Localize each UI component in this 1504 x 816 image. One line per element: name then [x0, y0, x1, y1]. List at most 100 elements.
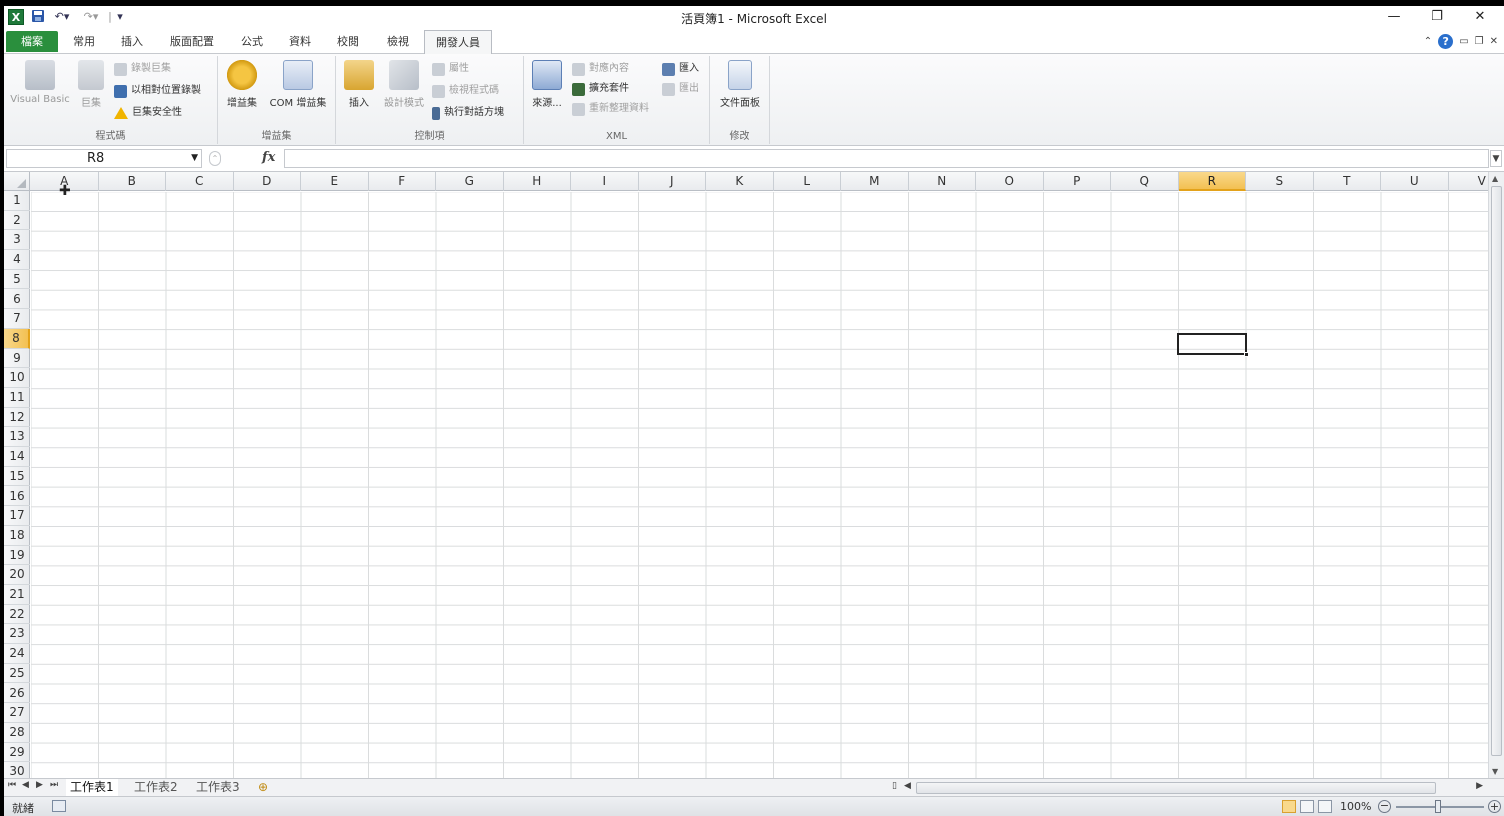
row-header-22[interactable]: 22	[4, 605, 30, 625]
column-header-j[interactable]: J	[639, 172, 706, 191]
com-addins-button[interactable]: COM 增益集	[264, 60, 332, 109]
row-header-2[interactable]: 2	[4, 211, 30, 231]
column-header-u[interactable]: U	[1381, 172, 1449, 191]
workbook-minimize-icon[interactable]: ▭	[1459, 34, 1468, 49]
chevron-down-icon[interactable]: ▼	[191, 150, 198, 167]
column-header-m[interactable]: M	[841, 172, 909, 191]
save-icon[interactable]	[30, 9, 46, 25]
tab-formulas[interactable]: 公式	[230, 30, 274, 54]
column-header-h[interactable]: H	[504, 172, 571, 191]
name-box[interactable]: R8 ▼	[6, 149, 202, 168]
row-header-15[interactable]: 15	[4, 467, 30, 487]
next-sheet-icon[interactable]: ▶	[36, 780, 43, 790]
column-header-f[interactable]: F	[369, 172, 436, 191]
column-header-l[interactable]: L	[774, 172, 841, 191]
row-header-30[interactable]: 30	[4, 762, 30, 778]
export-button[interactable]: 匯出	[662, 80, 699, 98]
expand-formula-bar-icon[interactable]: ▼	[1490, 150, 1502, 167]
macros-button[interactable]: 巨集	[76, 60, 106, 109]
row-header-27[interactable]: 27	[4, 703, 30, 723]
restore-button[interactable]: ❐	[1417, 8, 1457, 26]
row-header-1[interactable]: 1	[4, 191, 30, 211]
document-panel-button[interactable]: 文件面板	[714, 60, 766, 109]
row-header-10[interactable]: 10	[4, 368, 30, 388]
horizontal-scroll-thumb[interactable]	[916, 782, 1436, 794]
xml-source-button[interactable]: 來源...	[530, 60, 564, 109]
scroll-left-icon[interactable]: ◀	[904, 781, 911, 791]
row-header-24[interactable]: 24	[4, 644, 30, 664]
tab-page-layout[interactable]: 版面配置	[160, 30, 224, 54]
macro-record-icon[interactable]	[52, 800, 66, 812]
insert-control-button[interactable]: 插入	[342, 60, 376, 109]
row-header-9[interactable]: 9	[4, 349, 30, 369]
scroll-right-icon[interactable]: ▶	[1476, 781, 1483, 791]
expansion-packs-button[interactable]: 擴充套件	[572, 80, 629, 98]
properties-button[interactable]: 屬性	[432, 60, 469, 78]
minimize-button[interactable]: —	[1374, 8, 1414, 26]
refresh-data-button[interactable]: 重新整理資料	[572, 100, 649, 118]
column-header-e[interactable]: E	[301, 172, 369, 191]
page-layout-view-icon[interactable]	[1300, 800, 1314, 813]
excel-app-icon[interactable]: X	[8, 9, 24, 25]
tab-file[interactable]: 檔案	[6, 31, 58, 52]
last-sheet-icon[interactable]: ⏭	[50, 780, 58, 790]
first-sheet-icon[interactable]: ⏮	[8, 780, 16, 790]
undo-icon[interactable]: ↶▾	[51, 9, 73, 25]
row-header-8[interactable]: 8	[4, 328, 30, 349]
vertical-scrollbar[interactable]: ▲ ▼	[1488, 172, 1504, 778]
prev-sheet-icon[interactable]: ◀	[22, 780, 29, 790]
column-header-v[interactable]: V	[1449, 172, 1489, 191]
relative-reference-button[interactable]: 以相對位置錄製	[114, 82, 201, 100]
tab-review[interactable]: 校閱	[326, 30, 370, 54]
row-header-12[interactable]: 12	[4, 408, 30, 428]
column-header-i[interactable]: I	[571, 172, 639, 191]
map-properties-button[interactable]: 對應內容	[572, 60, 629, 78]
column-header-n[interactable]: N	[909, 172, 976, 191]
column-header-k[interactable]: K	[706, 172, 774, 191]
row-header-25[interactable]: 25	[4, 664, 30, 684]
visual-basic-button[interactable]: Visual Basic	[8, 60, 72, 105]
tab-home[interactable]: 常用	[62, 30, 106, 54]
column-header-t[interactable]: T	[1314, 172, 1381, 191]
column-header-g[interactable]: G	[436, 172, 504, 191]
row-header-21[interactable]: 21	[4, 585, 30, 605]
tab-developer[interactable]: 開發人員	[424, 30, 492, 55]
row-header-6[interactable]: 6	[4, 290, 30, 310]
row-header-28[interactable]: 28	[4, 723, 30, 743]
macro-security-button[interactable]: 巨集安全性	[114, 104, 182, 122]
insert-sheet-icon[interactable]: ⊕	[254, 779, 272, 796]
help-icon[interactable]: ?	[1438, 34, 1454, 49]
row-header-29[interactable]: 29	[4, 743, 30, 763]
fill-handle[interactable]	[1244, 352, 1249, 357]
zoom-level[interactable]: 100%	[1340, 800, 1371, 813]
column-header-o[interactable]: O	[976, 172, 1044, 191]
select-all-button[interactable]	[4, 172, 30, 191]
row-header-16[interactable]: 16	[4, 487, 30, 507]
tab-insert[interactable]: 插入	[110, 30, 154, 54]
formula-input[interactable]	[284, 149, 1489, 168]
workbook-close-icon[interactable]: ✕	[1490, 34, 1498, 49]
row-header-23[interactable]: 23	[4, 624, 30, 645]
row-header-4[interactable]: 4	[4, 250, 30, 270]
zoom-slider-thumb[interactable]	[1435, 800, 1441, 813]
column-header-c[interactable]: C	[166, 172, 234, 191]
tab-view[interactable]: 檢視	[376, 30, 420, 54]
cell-area[interactable]	[31, 192, 1488, 778]
scroll-down-icon[interactable]: ▼	[1492, 767, 1498, 776]
row-header-14[interactable]: 14	[4, 447, 30, 467]
column-header-q[interactable]: Q	[1111, 172, 1179, 191]
row-header-17[interactable]: 17	[4, 506, 30, 526]
record-macro-button[interactable]: 錄製巨集	[114, 60, 171, 78]
row-header-7[interactable]: 7	[4, 309, 30, 329]
tab-split-handle-icon[interactable]: ▯	[892, 781, 897, 791]
vertical-scroll-thumb[interactable]	[1491, 186, 1502, 756]
column-header-p[interactable]: P	[1044, 172, 1111, 191]
design-mode-button[interactable]: 設計模式	[380, 60, 428, 109]
column-header-b[interactable]: B	[99, 172, 166, 191]
row-header-26[interactable]: 26	[4, 684, 30, 704]
row-header-5[interactable]: 5	[4, 270, 30, 290]
page-break-view-icon[interactable]	[1318, 800, 1332, 813]
insert-function-icon[interactable]: fx	[262, 150, 275, 165]
column-header-s[interactable]: S	[1246, 172, 1314, 191]
row-header-19[interactable]: 19	[4, 546, 30, 566]
